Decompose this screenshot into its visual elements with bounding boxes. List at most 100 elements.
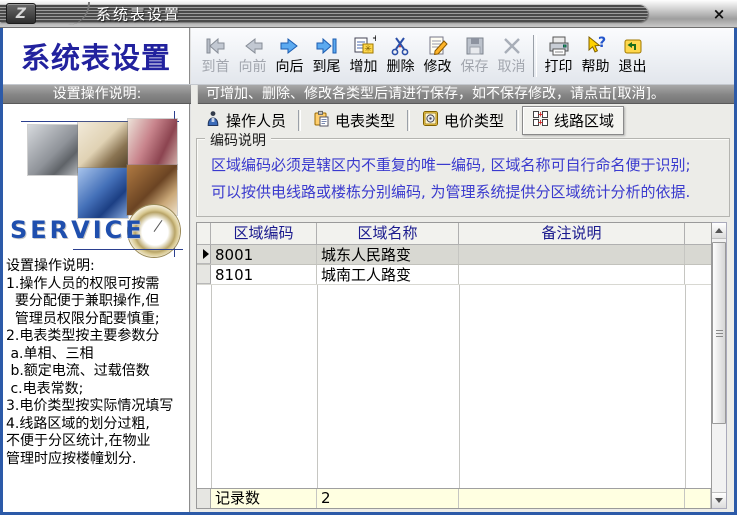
- cell-remarks: [459, 265, 685, 284]
- tab-separator: [516, 110, 519, 131]
- scrollbar-track[interactable]: [712, 239, 726, 492]
- data-grid-area: 区域编码 区域名称 备注说明 8001 城东人民路变: [196, 222, 730, 509]
- operator-icon: [205, 110, 221, 131]
- instruction-line: 1.操作人员的权限可按需: [6, 276, 189, 294]
- content-area: SERVICE 设置操作说明: 1.操作人员的权限可按需 要分配便于兼职操作,但…: [3, 104, 734, 512]
- tab-price-type[interactable]: 电价类型: [413, 107, 513, 134]
- go-last-button[interactable]: 到尾: [308, 33, 345, 75]
- svg-text:+: +: [538, 118, 544, 126]
- instruction-line: 要分配便于兼职操作,但: [6, 293, 189, 311]
- collage-guide-line: [73, 249, 183, 250]
- footer-filler-cell: [685, 489, 711, 508]
- exit-button[interactable]: 退出: [614, 33, 651, 75]
- page-title: 系统表设置: [21, 35, 171, 77]
- tab-line-area[interactable]: ++ 线路区域: [522, 106, 624, 135]
- go-next-icon: [271, 33, 308, 59]
- thumb-grip-icon: [716, 330, 723, 337]
- instruction-line: 管理时应按楼幢划分.: [6, 451, 189, 469]
- subheader-row: 设置操作说明: 可增加、删除、修改各类型后请进行保存，如不保存修改，请点击[取消…: [3, 85, 734, 104]
- exit-icon: [614, 33, 651, 59]
- service-label: SERVICE: [10, 216, 145, 244]
- app-title-panel: 系统表设置: [3, 28, 191, 84]
- record-count-label: 记录数: [211, 489, 317, 508]
- close-button[interactable]: ×: [710, 5, 728, 23]
- footer-gutter-cell: [197, 489, 211, 508]
- scrollbar-thumb[interactable]: [712, 242, 726, 424]
- area-table: 区域编码 区域名称 备注说明 8001 城东人民路变: [196, 222, 712, 509]
- help-button[interactable]: ? 帮助: [577, 33, 614, 75]
- tab-label: 线路区域: [554, 110, 614, 131]
- app-logo-icon: Z: [6, 3, 36, 24]
- cancel-icon: [493, 33, 530, 59]
- left-panel: SERVICE 设置操作说明: 1.操作人员的权限可按需 要分配便于兼职操作,但…: [3, 104, 191, 512]
- go-first-button: 到首: [197, 33, 234, 75]
- print-icon: [540, 33, 577, 59]
- go-next-button[interactable]: 向后: [271, 33, 308, 75]
- left-panel-header: 设置操作说明:: [3, 85, 191, 104]
- main-panel: 操作人员 电表类型 电价类型: [191, 104, 734, 512]
- cell-area-code: 8101: [211, 265, 317, 284]
- scroll-up-button[interactable]: [712, 223, 726, 239]
- cell-area-name: 城南工人路变: [317, 265, 459, 284]
- tab-bar: 操作人员 电表类型 电价类型: [196, 106, 730, 134]
- window-title: 系统表设置: [96, 3, 181, 24]
- svg-text:✳: ✳: [364, 45, 372, 55]
- keyboard-photo: [78, 168, 128, 218]
- tab-meter-type[interactable]: 电表类型: [304, 107, 404, 134]
- instructions-text: 设置操作说明: 1.操作人员的权限可按需 要分配便于兼职操作,但 管理员权限分配…: [3, 254, 189, 468]
- service-collage-image: SERVICE: [3, 104, 189, 254]
- instruction-line: 3.电价类型按实际情况填写: [6, 398, 189, 416]
- toolbar: 到首 向前 向后 到尾: [191, 28, 734, 84]
- coding-explanation-groupbox: 编码说明 区域编码必须是辖区内不重复的唯一编码, 区域名称可自行命名便于识别; …: [196, 138, 730, 217]
- title-bar: Z 系统表设置 ×: [0, 0, 737, 28]
- cancel-button: 取消: [493, 33, 530, 75]
- instruction-line: 不便于分区统计,在物业: [6, 433, 189, 451]
- row-indicator-cell: [197, 245, 211, 264]
- app-window: Z 系统表设置 × 系统表设置 到首 向前: [0, 0, 737, 515]
- cell-area-name: 城东人民路变: [317, 245, 459, 264]
- go-prev-icon: [234, 33, 271, 59]
- delete-button[interactable]: 删除: [382, 33, 419, 75]
- groupbox-line: 可以按供电线路或楼栋分别编码, 为管理系统提供分区域统计分析的依据.: [211, 179, 717, 206]
- print-button[interactable]: 打印: [540, 33, 577, 75]
- scroll-down-button[interactable]: [712, 492, 726, 508]
- instruction-line: 管理员权限分配要慎重;: [6, 311, 189, 329]
- instruction-line: c.电表常数;: [6, 381, 189, 399]
- current-row-marker-icon: [203, 249, 209, 259]
- instruction-line: 4.线路区域的划分过粗,: [6, 416, 189, 434]
- svg-text:+: +: [372, 34, 376, 44]
- column-header-remarks: 备注说明: [459, 223, 685, 244]
- column-header-area-name: 区域名称: [317, 223, 459, 244]
- instruction-line: b.额定电流、过载倍数: [6, 363, 189, 381]
- go-first-icon: [197, 33, 234, 59]
- row-indicator-cell: [197, 265, 211, 284]
- save-icon: [456, 33, 493, 59]
- tab-label: 电价类型: [444, 110, 504, 131]
- table-row[interactable]: 8101 城南工人路变: [197, 265, 711, 285]
- info-bar: 可增加、删除、修改各类型后请进行保存，如不保存修改，请点击[取消]。: [198, 85, 734, 104]
- line-area-icon: ++: [532, 110, 549, 131]
- table-footer-row: 记录数 2: [197, 488, 711, 508]
- groupbox-line: 区域编码必须是辖区内不重复的唯一编码, 区域名称可自行命名便于识别;: [211, 152, 717, 179]
- vertical-scrollbar[interactable]: [712, 222, 727, 509]
- add-button[interactable]: ✳+ 增加: [345, 33, 382, 75]
- footer-empty-cell: [459, 489, 685, 508]
- tab-label: 操作人员: [226, 110, 286, 131]
- instruction-line: a.单相、三相: [6, 346, 189, 364]
- go-last-icon: [308, 33, 345, 59]
- meter-type-icon: [313, 110, 330, 131]
- edit-button[interactable]: 修改: [419, 33, 456, 75]
- groupbox-title: 编码说明: [205, 130, 271, 150]
- table-row[interactable]: 8001 城东人民路变: [197, 245, 711, 265]
- tab-separator: [298, 110, 301, 131]
- cell-remarks: [459, 245, 685, 264]
- tools-photo: [28, 125, 78, 175]
- instruction-line: 设置操作说明:: [6, 258, 189, 276]
- record-count-value: 2: [317, 489, 459, 508]
- svg-text:?: ?: [597, 35, 605, 51]
- header-filler-cell: [685, 223, 711, 244]
- help-icon: ?: [577, 33, 614, 59]
- go-prev-button: 向前: [234, 33, 271, 75]
- sticks-photo: [128, 119, 177, 169]
- toolbar-separator: [533, 35, 537, 77]
